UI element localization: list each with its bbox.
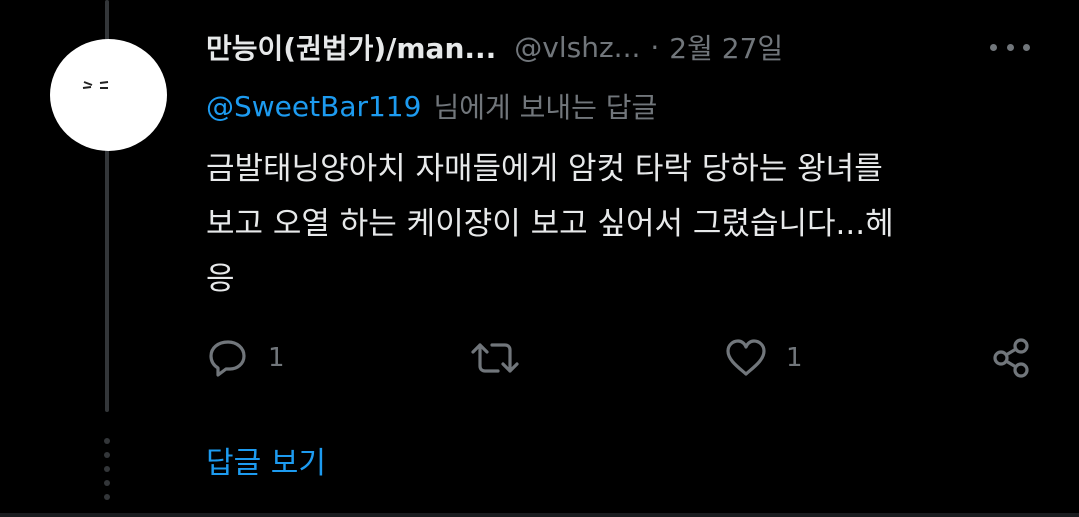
- tweet-text: 금발태닝양아치 자매들에게 암컷 타락 당하는 왕녀를 보고 오열 하는 케이쟝…: [206, 142, 1036, 307]
- tweet-text-line: 보고 오열 하는 케이쟝이 보고 싶어서 그렸습니다...헤: [206, 206, 894, 242]
- share-icon: [993, 338, 1029, 378]
- like-button[interactable]: 1: [724, 330, 803, 386]
- avatar-face-icon: [82, 81, 109, 89]
- heart-icon: [726, 339, 766, 376]
- tweet-text-line: 응: [206, 261, 235, 297]
- more-options-icon[interactable]: [990, 35, 1030, 59]
- share-button[interactable]: [990, 330, 1034, 386]
- retweet-button[interactable]: [470, 330, 538, 386]
- reply-context: @SweetBar119 님에게 보내는 답글: [206, 84, 657, 128]
- bottom-divider: [0, 513, 1079, 517]
- action-bar: 1 1: [206, 330, 1036, 386]
- tweet-date[interactable]: 2월 27일: [669, 27, 783, 67]
- tweet-header: 만능이(권법가)/man... @vlshz... · 2월 27일: [206, 24, 1056, 70]
- avatar[interactable]: [50, 39, 167, 151]
- user-handle[interactable]: @vlshz...: [514, 31, 640, 64]
- thread-continuation-dots: [104, 438, 110, 504]
- retweet-icon: [471, 343, 519, 373]
- reply-suffix: 님에게 보내는 답글: [433, 91, 658, 124]
- like-count: 1: [786, 343, 803, 373]
- reply-button[interactable]: 1: [206, 330, 285, 386]
- separator-dot: ·: [650, 30, 660, 64]
- display-name[interactable]: 만능이(권법가)/man...: [206, 27, 496, 67]
- tweet-text-line: 금발태닝양아치 자매들에게 암컷 타락 당하는 왕녀를: [206, 151, 883, 187]
- reply-mention-link[interactable]: @SweetBar119: [206, 90, 421, 123]
- reply-count: 1: [268, 343, 285, 373]
- reply-icon: [209, 340, 246, 377]
- view-replies-link[interactable]: 답글 보기: [206, 436, 326, 484]
